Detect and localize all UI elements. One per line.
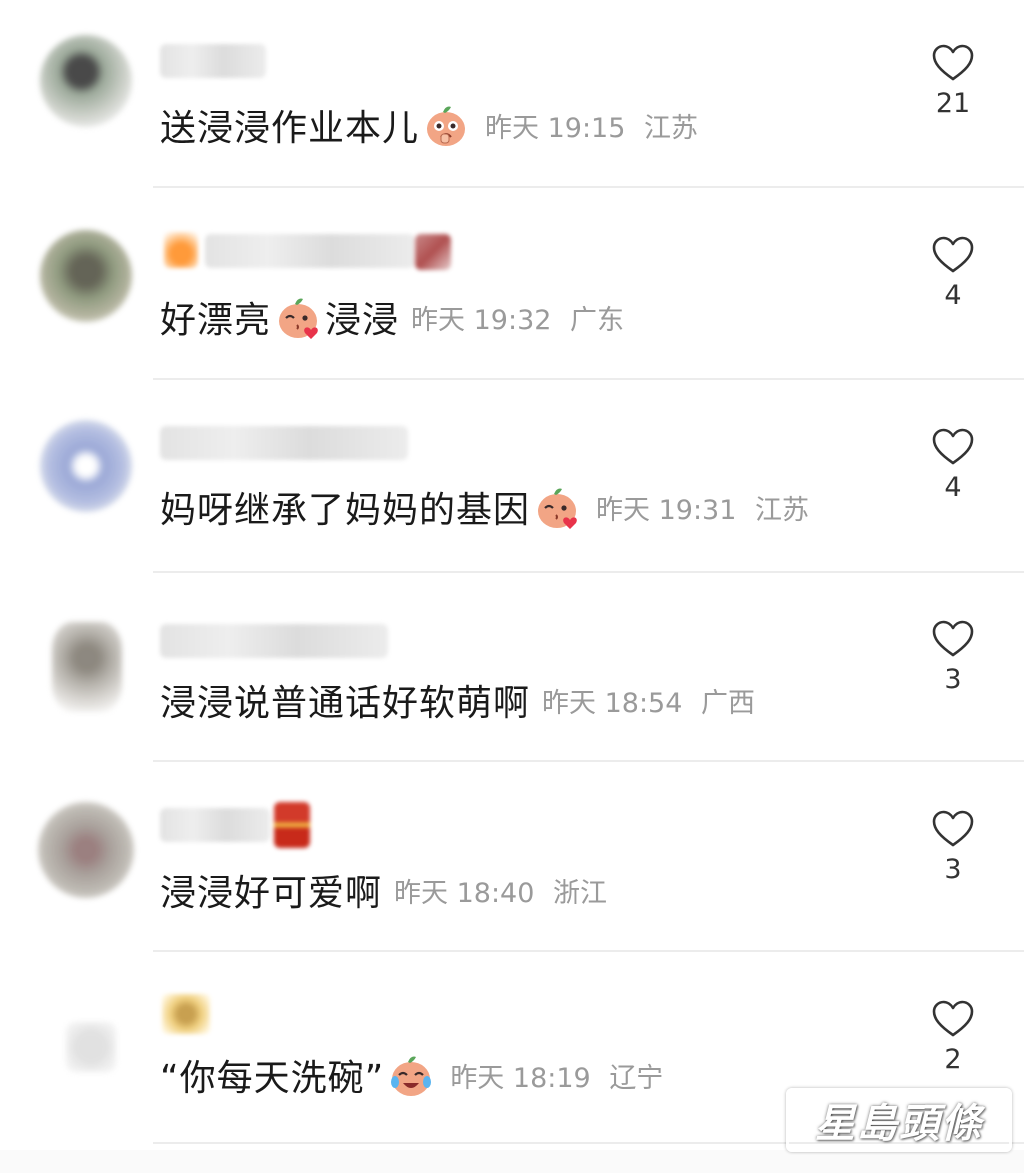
heart-icon bbox=[932, 236, 974, 273]
comment-content: 妈呀继承了妈妈的基因 昨天 19:31 江苏 bbox=[160, 482, 809, 532]
comment-time: 昨天 18:19 bbox=[450, 1062, 591, 1094]
comment-text: 浸浸好可爱啊 bbox=[160, 873, 383, 914]
like-button[interactable]: 3 bbox=[928, 620, 978, 695]
comment-content: “你每天洗碗” 昨天 18:19 辽宁 bbox=[160, 1050, 663, 1100]
comment-location: 辽宁 bbox=[609, 1062, 664, 1094]
emoji-laugh-cry-icon bbox=[391, 1056, 432, 1096]
comment-time: 昨天 19:31 bbox=[596, 494, 737, 526]
comment-content: 浸浸好可爱啊 昨天 18:40 浙江 bbox=[160, 865, 607, 915]
comment-location: 江苏 bbox=[755, 494, 810, 526]
avatar[interactable] bbox=[40, 420, 132, 512]
comment-item: 送浸浸作业本儿 昨天 19:15 江苏 21 bbox=[0, 0, 1024, 190]
comment-meta: 昨天 18:19 辽宁 bbox=[450, 1056, 663, 1095]
comment-item: 浸浸说普通话好软萌啊 昨天 18:54 广西 3 bbox=[0, 572, 1024, 762]
like-count: 3 bbox=[944, 664, 962, 695]
like-button[interactable]: 4 bbox=[928, 236, 978, 311]
like-count: 3 bbox=[944, 854, 962, 885]
like-button[interactable]: 2 bbox=[928, 1000, 978, 1075]
username-badge bbox=[274, 802, 310, 848]
comment-meta: 昨天 19:15 江苏 bbox=[485, 106, 698, 145]
username[interactable] bbox=[160, 624, 388, 658]
comment-meta: 昨天 18:54 广西 bbox=[542, 681, 755, 720]
avatar[interactable] bbox=[52, 622, 122, 712]
like-count: 4 bbox=[944, 280, 962, 311]
emoji-kiss-icon bbox=[279, 298, 318, 339]
comment-location: 广东 bbox=[570, 304, 625, 336]
comment-text: 送浸浸作业本儿 bbox=[160, 108, 420, 149]
comment-text: 浸浸 bbox=[325, 300, 400, 341]
comment-item: 妈呀继承了妈妈的基因 昨天 19:31 江苏 4 bbox=[0, 380, 1024, 573]
comment-time: 昨天 18:40 bbox=[394, 877, 535, 909]
username-badge bbox=[162, 994, 210, 1034]
avatar[interactable] bbox=[38, 802, 134, 898]
divider bbox=[153, 186, 1024, 188]
comment-item: 好漂亮 浸浸 昨天 19:32 广东 4 bbox=[0, 190, 1024, 380]
comment-content: 好漂亮 浸浸 昨天 19:32 广东 bbox=[160, 292, 624, 342]
comment-text: 好漂亮 bbox=[160, 300, 272, 341]
username[interactable] bbox=[205, 234, 415, 268]
comment-text: 浸浸说普通话好软萌啊 bbox=[160, 683, 531, 724]
comment-time: 昨天 19:32 bbox=[411, 304, 552, 336]
username[interactable] bbox=[160, 44, 266, 78]
watermark-logo: 星島頭條 bbox=[786, 1088, 1012, 1152]
username-badge bbox=[415, 234, 451, 270]
comment-meta: 昨天 18:40 浙江 bbox=[394, 871, 607, 910]
like-button[interactable]: 4 bbox=[928, 428, 978, 503]
comment-meta: 昨天 19:31 江苏 bbox=[596, 488, 809, 527]
comment-text: 妈呀继承了妈妈的基因 bbox=[160, 490, 531, 531]
heart-icon bbox=[932, 428, 974, 465]
comment-time: 昨天 18:54 bbox=[542, 687, 683, 719]
comment-location: 浙江 bbox=[553, 877, 608, 909]
like-button[interactable]: 21 bbox=[928, 44, 978, 119]
avatar[interactable] bbox=[40, 230, 132, 322]
heart-icon bbox=[932, 810, 974, 847]
emoji-shy-icon bbox=[427, 106, 466, 146]
heart-icon bbox=[932, 1000, 974, 1037]
comment-time: 昨天 19:15 bbox=[485, 112, 626, 144]
avatar[interactable] bbox=[66, 1022, 116, 1072]
bottom-strip bbox=[0, 1150, 1024, 1173]
comment-location: 江苏 bbox=[644, 112, 699, 144]
comment-meta: 昨天 19:32 广东 bbox=[411, 298, 624, 337]
avatar[interactable] bbox=[40, 35, 132, 127]
like-count: 2 bbox=[944, 1044, 962, 1075]
comment-content: 送浸浸作业本儿 昨天 19:15 江苏 bbox=[160, 100, 698, 150]
comment-location: 广西 bbox=[701, 687, 756, 719]
username[interactable] bbox=[160, 426, 408, 460]
comment-item: 浸浸好可爱啊 昨天 18:40 浙江 3 bbox=[0, 762, 1024, 952]
comment-content: 浸浸说普通话好软萌啊 昨天 18:54 广西 bbox=[160, 675, 755, 725]
like-button[interactable]: 3 bbox=[928, 810, 978, 885]
emoji-kiss-icon bbox=[538, 488, 577, 529]
heart-icon bbox=[932, 44, 974, 81]
username-badge bbox=[164, 232, 198, 268]
like-count: 21 bbox=[935, 88, 971, 119]
username[interactable] bbox=[160, 808, 270, 842]
comment-text: “你每天洗碗” bbox=[160, 1058, 385, 1099]
like-count: 4 bbox=[944, 472, 962, 503]
heart-icon bbox=[932, 620, 974, 657]
